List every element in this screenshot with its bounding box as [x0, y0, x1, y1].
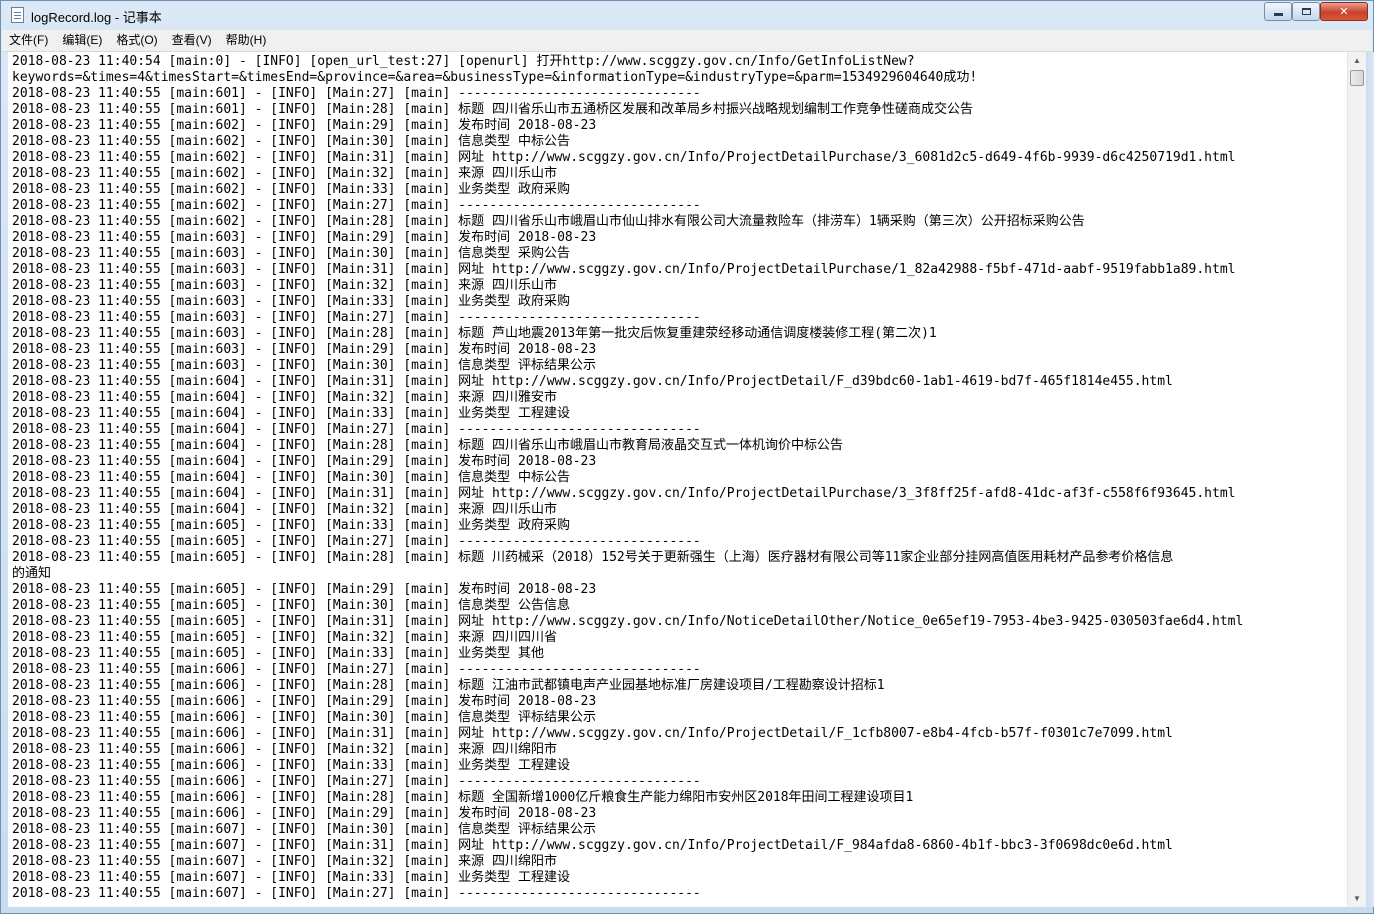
log-line: 2018-08-23 11:40:55 [main:605] - [INFO] …	[12, 646, 544, 661]
log-line: 2018-08-23 11:40:55 [main:606] - [INFO] …	[12, 694, 597, 709]
log-line: 2018-08-23 11:40:55 [main:606] - [INFO] …	[12, 774, 701, 789]
log-line: 2018-08-23 11:40:55 [main:603] - [INFO] …	[12, 326, 937, 341]
close-button[interactable]: ✕	[1320, 2, 1368, 21]
scrollbar-thumb[interactable]	[1350, 70, 1364, 86]
log-line: 2018-08-23 11:40:55 [main:603] - [INFO] …	[12, 358, 596, 373]
log-line: 2018-08-23 11:40:55 [main:604] - [INFO] …	[12, 406, 570, 421]
log-line: 2018-08-23 11:40:55 [main:602] - [INFO] …	[12, 214, 1085, 229]
log-line: 2018-08-23 11:40:55 [main:603] - [INFO] …	[12, 294, 570, 309]
text-editor-area[interactable]: 2018-08-23 11:40:54 [main:0] - [INFO] [o…	[8, 52, 1347, 907]
title-bar[interactable]: logRecord.log - 记事本 ✕	[1, 1, 1373, 30]
log-line: 2018-08-23 11:40:55 [main:605] - [INFO] …	[12, 598, 570, 613]
log-line: 2018-08-23 11:40:55 [main:607] - [INFO] …	[12, 886, 701, 901]
menu-edit[interactable]: 编辑(E)	[55, 30, 109, 51]
log-line: 2018-08-23 11:40:55 [main:603] - [INFO] …	[12, 278, 557, 293]
log-line: 2018-08-23 11:40:55 [main:606] - [INFO] …	[12, 790, 914, 805]
log-line: 2018-08-23 11:40:55 [main:605] - [INFO] …	[12, 630, 557, 645]
log-line: 2018-08-23 11:40:55 [main:607] - [INFO] …	[12, 822, 596, 837]
log-line: 2018-08-23 11:40:55 [main:603] - [INFO] …	[12, 246, 570, 261]
window-title: logRecord.log - 记事本	[31, 10, 162, 25]
log-line: 2018-08-23 11:40:55 [main:604] - [INFO] …	[12, 470, 570, 485]
maximize-button[interactable]	[1292, 2, 1320, 21]
log-line: 2018-08-23 11:40:55 [main:603] - [INFO] …	[12, 342, 597, 357]
log-line: 2018-08-23 11:40:55 [main:602] - [INFO] …	[12, 134, 570, 149]
menu-help[interactable]: 帮助(H)	[219, 30, 274, 51]
log-line: 2018-08-23 11:40:55 [main:603] - [INFO] …	[12, 310, 701, 325]
log-line: 2018-08-23 11:40:55 [main:604] - [INFO] …	[12, 486, 1236, 501]
log-line: 2018-08-23 11:40:55 [main:602] - [INFO] …	[12, 166, 557, 181]
log-line: 2018-08-23 11:40:55 [main:602] - [INFO] …	[12, 182, 570, 197]
log-line: 2018-08-23 11:40:55 [main:606] - [INFO] …	[12, 662, 701, 677]
log-line: 2018-08-23 11:40:55 [main:605] - [INFO] …	[12, 534, 701, 549]
log-line: 2018-08-23 11:40:55 [main:602] - [INFO] …	[12, 198, 701, 213]
minimize-icon	[1273, 13, 1283, 16]
log-line: 2018-08-23 11:40:55 [main:606] - [INFO] …	[12, 710, 596, 725]
log-line: 2018-08-23 11:40:55 [main:602] - [INFO] …	[12, 118, 597, 133]
scroll-down-arrow-icon[interactable]: ▼	[1348, 890, 1366, 907]
log-line: 2018-08-23 11:40:55 [main:605] - [INFO] …	[12, 582, 597, 597]
maximize-icon	[1301, 8, 1311, 15]
menu-file[interactable]: 文件(F)	[2, 30, 55, 51]
log-line: 2018-08-23 11:40:55 [main:605] - [INFO] …	[12, 550, 1174, 565]
log-line: 2018-08-23 11:40:55 [main:604] - [INFO] …	[12, 502, 557, 517]
log-line: 2018-08-23 11:40:55 [main:606] - [INFO] …	[12, 806, 597, 821]
log-line: 2018-08-23 11:40:55 [main:604] - [INFO] …	[12, 438, 843, 453]
log-line: 2018-08-23 11:40:55 [main:602] - [INFO] …	[12, 150, 1236, 165]
vertical-scrollbar[interactable]: ▲ ▼	[1347, 52, 1366, 907]
log-line: 2018-08-23 11:40:55 [main:606] - [INFO] …	[12, 726, 1173, 741]
log-line: 2018-08-23 11:40:55 [main:606] - [INFO] …	[12, 742, 557, 757]
log-line: 2018-08-23 11:40:55 [main:603] - [INFO] …	[12, 230, 597, 245]
menu-view[interactable]: 查看(V)	[165, 30, 219, 51]
log-line: 2018-08-23 11:40:55 [main:607] - [INFO] …	[12, 838, 1173, 853]
log-line: 2018-08-23 11:40:55 [main:604] - [INFO] …	[12, 374, 1173, 389]
log-line: 2018-08-23 11:40:55 [main:607] - [INFO] …	[12, 870, 570, 885]
log-line: 2018-08-23 11:40:55 [main:604] - [INFO] …	[12, 422, 701, 437]
log-line: 2018-08-23 11:40:55 [main:604] - [INFO] …	[12, 454, 597, 469]
log-line: 2018-08-23 11:40:55 [main:603] - [INFO] …	[12, 262, 1236, 277]
log-line: 2018-08-23 11:40:55 [main:605] - [INFO] …	[12, 518, 570, 533]
window-right-border	[1366, 52, 1374, 907]
log-line: keywords=&times=4&timesStart=&timesEnd=&…	[12, 70, 978, 85]
notepad-window: logRecord.log - 记事本 ✕ 文件(F) 编辑(E) 格式(O) …	[0, 0, 1374, 914]
log-line: 2018-08-23 11:40:55 [main:601] - [INFO] …	[12, 102, 973, 117]
close-icon: ✕	[1339, 5, 1349, 18]
log-line: 2018-08-23 11:40:55 [main:607] - [INFO] …	[12, 854, 557, 869]
minimize-button[interactable]	[1264, 2, 1292, 21]
scroll-up-arrow-icon[interactable]: ▲	[1348, 52, 1366, 69]
menu-format[interactable]: 格式(O)	[109, 30, 164, 51]
log-line: 2018-08-23 11:40:55 [main:606] - [INFO] …	[12, 758, 570, 773]
log-line: 2018-08-23 11:40:55 [main:606] - [INFO] …	[12, 678, 885, 693]
log-line: 2018-08-23 11:40:54 [main:0] - [INFO] [o…	[12, 54, 915, 69]
log-line: 的通知	[12, 566, 52, 581]
log-line: 2018-08-23 11:40:55 [main:601] - [INFO] …	[12, 86, 701, 101]
log-text-content[interactable]: 2018-08-23 11:40:54 [main:0] - [INFO] [o…	[8, 52, 1347, 902]
notepad-app-icon[interactable]	[11, 7, 24, 23]
log-line: 2018-08-23 11:40:55 [main:604] - [INFO] …	[12, 390, 557, 405]
menu-bar: 文件(F) 编辑(E) 格式(O) 查看(V) 帮助(H)	[2, 30, 1372, 52]
log-line: 2018-08-23 11:40:55 [main:605] - [INFO] …	[12, 614, 1244, 629]
